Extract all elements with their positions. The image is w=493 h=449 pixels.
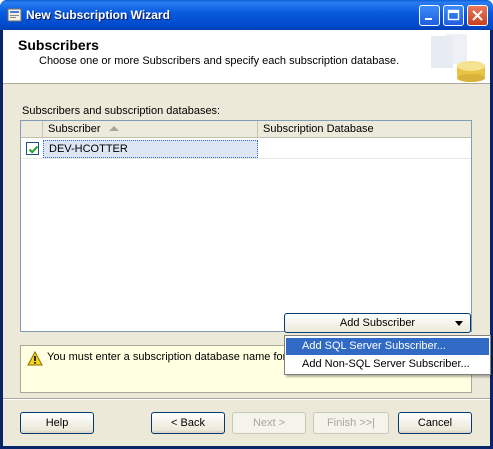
grid-header-check [21,121,43,138]
subscribers-grid[interactable]: Subscriber Subscription Database DEV-HCO… [20,120,472,332]
table-row[interactable]: DEV-HCOTTER [21,139,471,159]
maximize-icon [447,9,460,21]
wizard-header: Subscribers Choose one or more Subscribe… [3,30,490,84]
add-subscriber-menu: Add SQL Server Subscriber... Add Non-SQL… [284,335,491,375]
column-header-subscriber[interactable]: Subscriber [43,121,258,138]
maximize-button[interactable] [443,5,464,26]
window-title: New Subscription Wizard [26,8,170,22]
dialog-body: Subscribers Choose one or more Subscribe… [3,30,491,446]
menu-item-add-non-sql-server-subscriber[interactable]: Add Non-SQL Server Subscriber... [286,356,489,373]
database-art-icon [431,34,485,82]
sort-ascending-icon [108,126,119,131]
subscriber-checkbox[interactable] [26,142,39,155]
close-icon [472,10,483,21]
minimize-icon [425,18,432,20]
page-title: Subscribers [18,37,99,53]
grid-header: Subscriber Subscription Database [21,121,471,138]
column-label-subscriber: Subscriber [48,123,101,135]
app-icon [7,8,22,22]
column-header-subscription-database[interactable]: Subscription Database [258,121,471,138]
add-subscriber-button[interactable]: Add Subscriber [284,313,471,333]
minimize-button[interactable] [419,5,440,26]
warning-icon [27,351,43,366]
subscriber-cell[interactable]: DEV-HCOTTER [43,140,258,158]
finish-button[interactable]: Finish >>| [313,412,389,434]
back-button[interactable]: < Back [151,412,225,434]
column-label-database: Subscription Database [263,123,374,135]
checkmark-icon [28,145,39,154]
grid-label: Subscribers and subscription databases: [22,105,221,117]
footer-divider [3,398,490,400]
close-button[interactable] [467,5,488,26]
subscription-database-cell[interactable] [258,140,470,158]
title-bar[interactable]: New Subscription Wizard [0,0,493,30]
add-subscriber-label: Add Subscriber [339,317,416,329]
dropdown-arrow-icon [455,321,463,326]
cancel-button[interactable]: Cancel [398,412,472,434]
wizard-window: New Subscription Wizard Subscribers Choo… [0,0,493,449]
help-button[interactable]: Help [20,412,94,434]
message-text: You must enter a subscription database n… [47,351,297,363]
menu-item-add-sql-server-subscriber[interactable]: Add SQL Server Subscriber... [286,338,489,355]
next-button[interactable]: Next > [232,412,306,434]
page-subtitle: Choose one or more Subscribers and speci… [39,55,400,67]
